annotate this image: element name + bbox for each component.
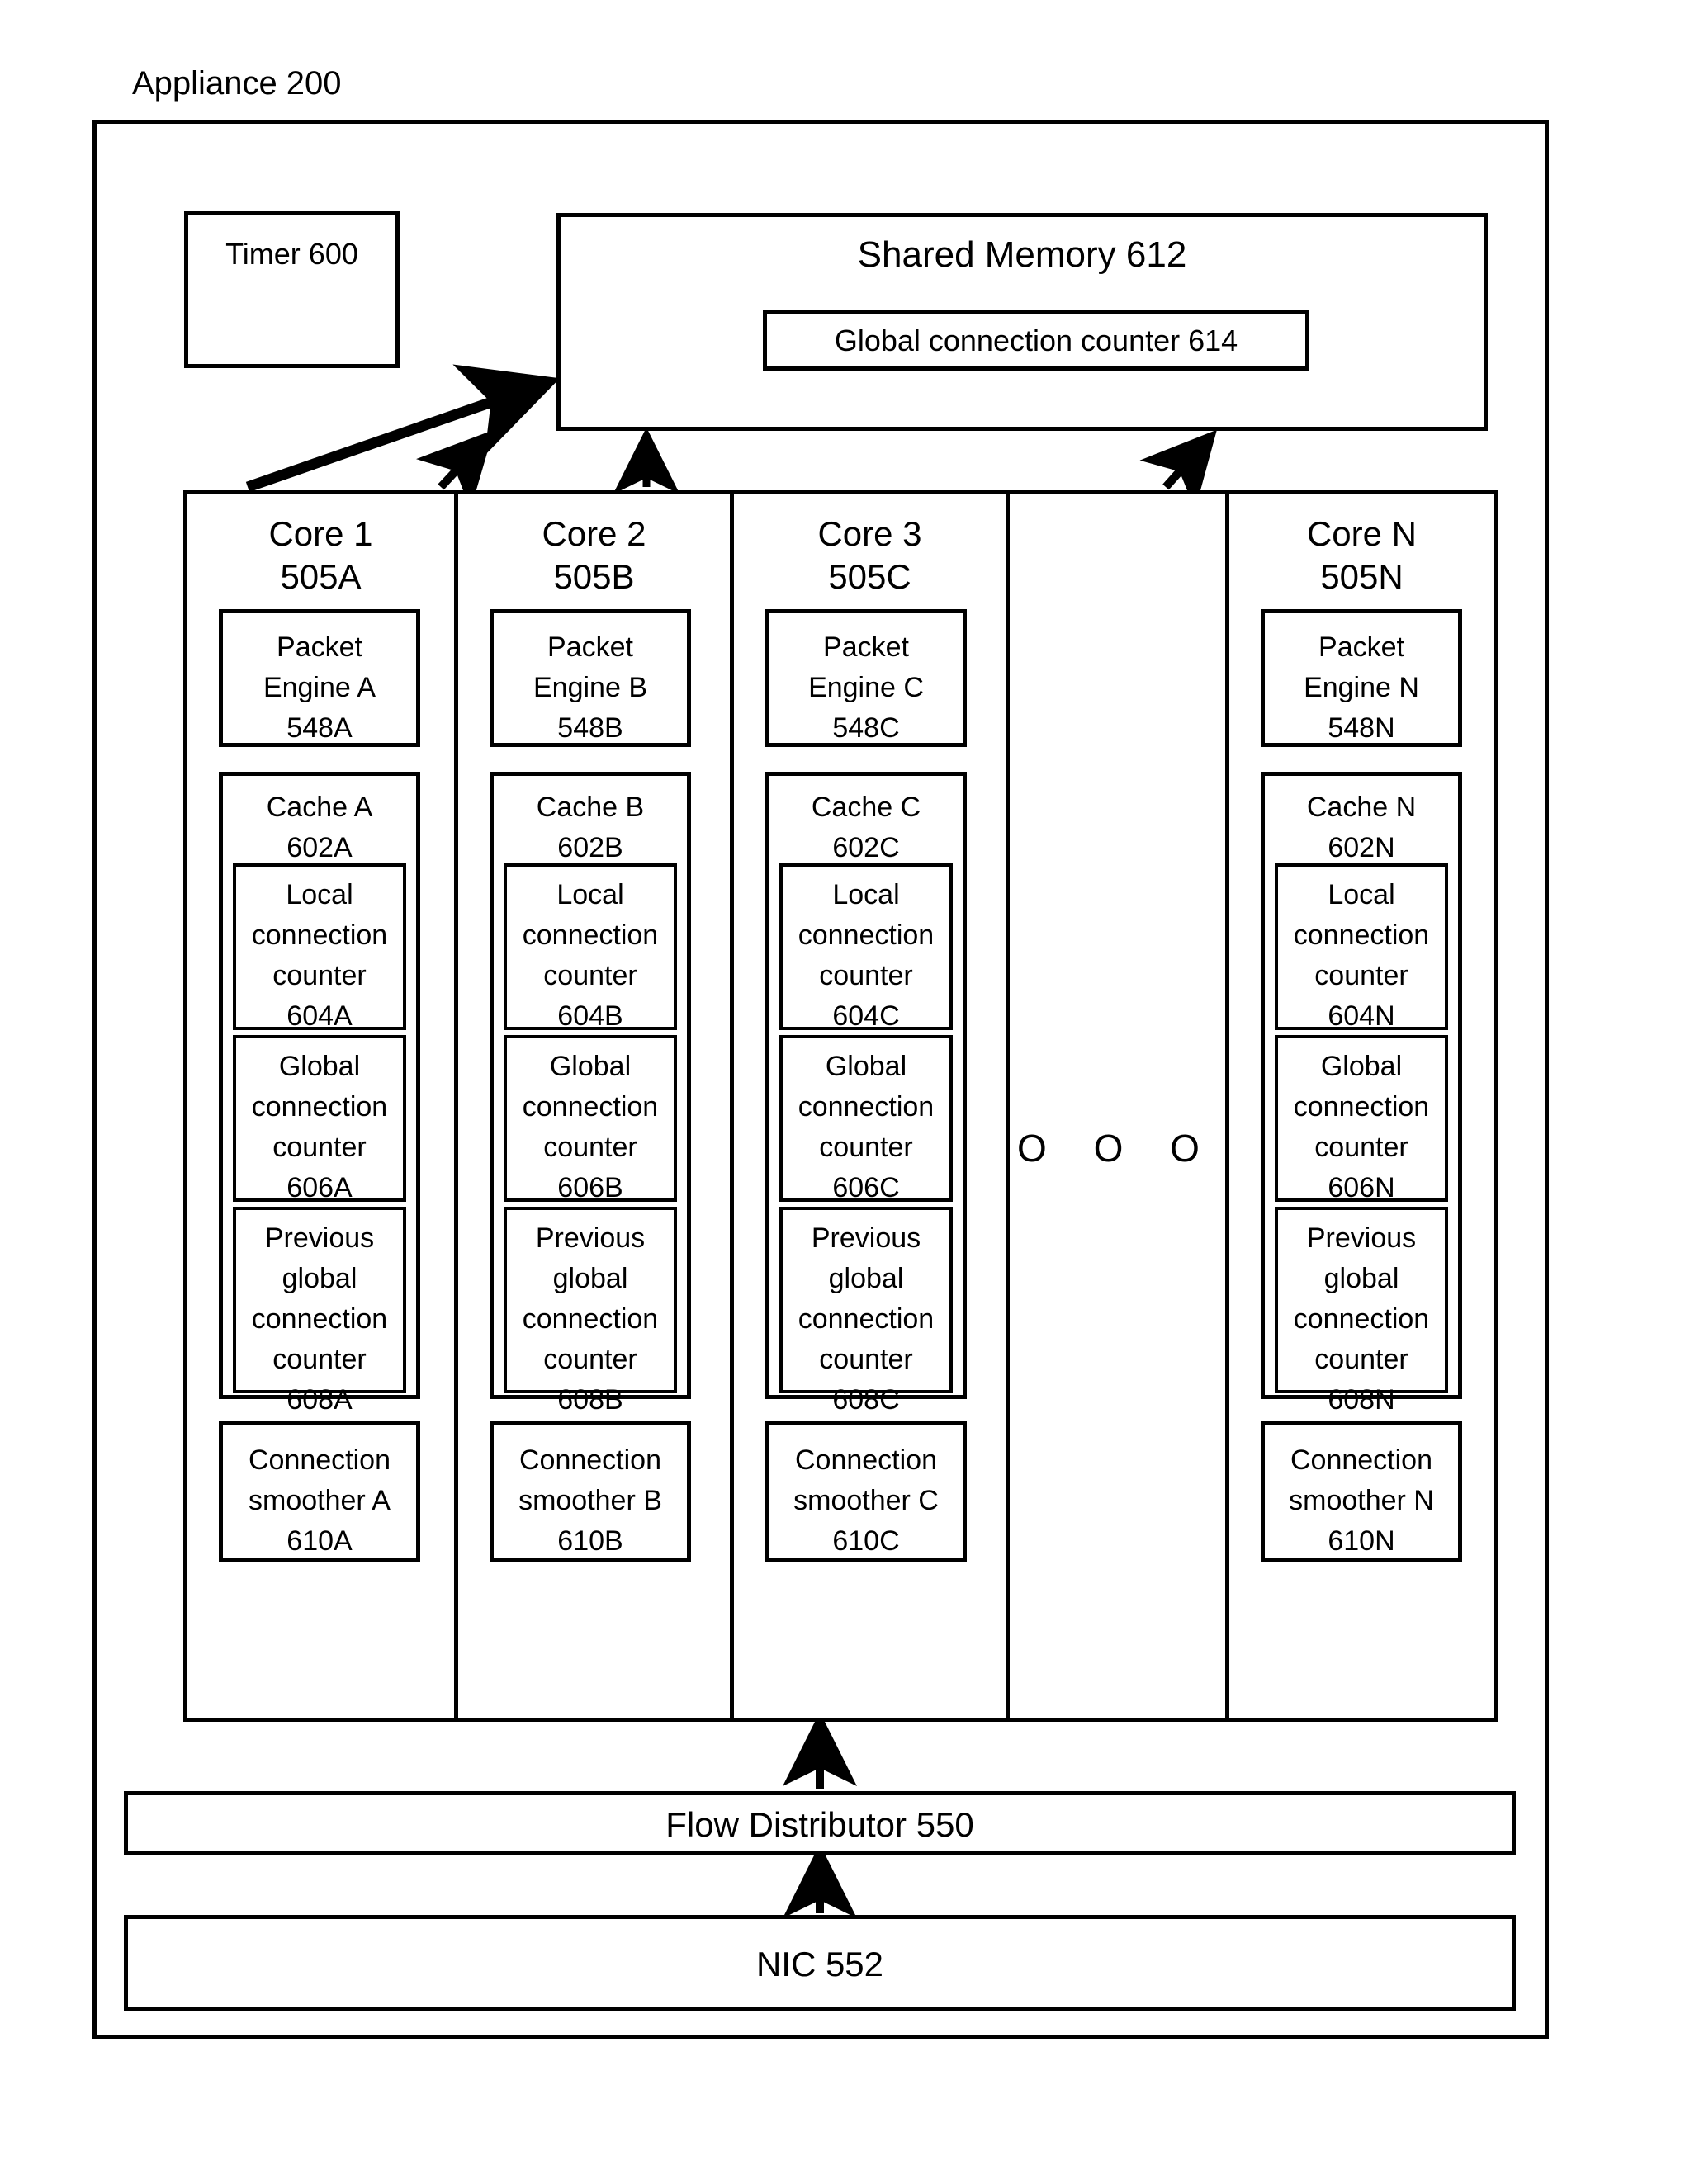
packet-engine-n-block[interactable]: Packet Engine N 548N <box>1261 609 1462 747</box>
packet-engine-a-label: Packet Engine A 548A <box>263 631 376 744</box>
core-n-header: Core N 505N <box>1229 513 1494 598</box>
cores-container: Core 1 505A Packet Engine A 548A Cache A… <box>183 490 1498 1722</box>
packet-engine-n-label: Packet Engine N 548N <box>1304 631 1419 744</box>
previous-global-connection-counter-b[interactable]: Previous global connection counter 608B <box>504 1207 677 1416</box>
cache-a-title: Cache A 602A <box>266 792 373 863</box>
core-n-ref: 505N <box>1320 557 1404 596</box>
core-1-name: Core 1 <box>268 514 373 553</box>
cores-ellipsis-column: O O O <box>1010 494 1229 1718</box>
shared-memory-block: Shared Memory 612 Global connection coun… <box>556 213 1488 431</box>
core-2-header: Core 2 505B <box>458 513 730 598</box>
timer-label: Timer 600 <box>225 237 358 271</box>
shared-memory-title: Shared Memory 612 <box>857 234 1187 275</box>
connection-smoother-b-block[interactable]: Connection smoother B 610B <box>490 1421 691 1562</box>
nic-label: NIC 552 <box>755 1945 884 1983</box>
previous-global-connection-counter-c[interactable]: Previous global connection counter 608C <box>779 1207 953 1416</box>
core-n-name: Core N <box>1306 514 1418 553</box>
page-title: Appliance 200 <box>132 65 342 102</box>
core-3-name: Core 3 <box>817 514 922 553</box>
core-2-name: Core 2 <box>542 514 646 553</box>
core-1-header: Core 1 505A <box>187 513 454 598</box>
core-column-2[interactable]: Core 2 505B Packet Engine B 548B Cache B… <box>458 494 734 1718</box>
core-column-3[interactable]: Core 3 505C Packet Engine C 548C Cache C… <box>734 494 1010 1718</box>
local-connection-counter-b[interactable]: Local connection counter 604B <box>504 863 677 1032</box>
timer-block: Timer 600 <box>184 211 400 368</box>
packet-engine-b-block[interactable]: Packet Engine B 548B <box>490 609 691 747</box>
core-2-ref: 505B <box>553 557 635 596</box>
packet-engine-a-block[interactable]: Packet Engine A 548A <box>219 609 420 747</box>
connection-smoother-n-block[interactable]: Connection smoother N 610N <box>1261 1421 1462 1562</box>
local-connection-counter-n[interactable]: Local connection counter 604N <box>1275 863 1448 1032</box>
cache-c-title: Cache C 602C <box>811 792 921 863</box>
flow-distributor-block[interactable]: Flow Distributor 550 <box>124 1791 1516 1855</box>
nic-block[interactable]: NIC 552 <box>124 1915 1516 2011</box>
core-column-1[interactable]: Core 1 505A Packet Engine A 548A Cache A… <box>187 494 458 1718</box>
cache-b-block[interactable]: Cache B 602B Local connection counter 60… <box>490 772 691 1416</box>
flow-distributor-label: Flow Distributor 550 <box>665 1805 974 1844</box>
core-column-n[interactable]: Core N 505N Packet Engine N 548N Cache N… <box>1229 494 1494 1718</box>
global-connection-counter-n[interactable]: Global connection counter 606N <box>1275 1035 1448 1203</box>
global-connection-counter-b[interactable]: Global connection counter 606B <box>504 1035 677 1203</box>
cache-c-block[interactable]: Cache C 602C Local connection counter 60… <box>765 772 967 1416</box>
global-connection-counter-label: Global connection counter 614 <box>834 324 1238 357</box>
cache-n-block[interactable]: Cache N 602N Local connection counter 60… <box>1261 772 1462 1416</box>
packet-engine-c-label: Packet Engine C 548C <box>808 631 924 744</box>
connection-smoother-a-block[interactable]: Connection smoother A 610A <box>219 1421 420 1562</box>
connection-smoother-n-label: Connection smoother N 610N <box>1289 1444 1434 1557</box>
packet-engine-c-block[interactable]: Packet Engine C 548C <box>765 609 967 747</box>
global-connection-counter-block: Global connection counter 614 <box>763 310 1309 371</box>
previous-global-connection-counter-a[interactable]: Previous global connection counter 608A <box>233 1207 406 1416</box>
local-connection-counter-c[interactable]: Local connection counter 604C <box>779 863 953 1032</box>
connection-smoother-a-label: Connection smoother A 610A <box>248 1444 391 1557</box>
packet-engine-b-label: Packet Engine B 548B <box>533 631 647 744</box>
global-connection-counter-a[interactable]: Global connection counter 606A <box>233 1035 406 1203</box>
cache-n-title: Cache N 602N <box>1306 792 1417 863</box>
connection-smoother-c-block[interactable]: Connection smoother C 610C <box>765 1421 967 1562</box>
core-3-ref: 505C <box>828 557 911 596</box>
connection-smoother-b-label: Connection smoother B 610B <box>518 1444 662 1557</box>
connection-smoother-c-label: Connection smoother C 610C <box>793 1444 939 1557</box>
local-connection-counter-a[interactable]: Local connection counter 604A <box>233 863 406 1032</box>
cache-a-block[interactable]: Cache A 602A Local connection counter 60… <box>219 772 420 1416</box>
core-3-header: Core 3 505C <box>734 513 1006 598</box>
global-connection-counter-c[interactable]: Global connection counter 606C <box>779 1035 953 1203</box>
core-1-ref: 505A <box>280 557 362 596</box>
cache-b-title: Cache B 602B <box>536 792 645 863</box>
ellipsis-dots: O O O <box>1017 1127 1218 1170</box>
previous-global-connection-counter-n[interactable]: Previous global connection counter 608N <box>1275 1207 1448 1416</box>
